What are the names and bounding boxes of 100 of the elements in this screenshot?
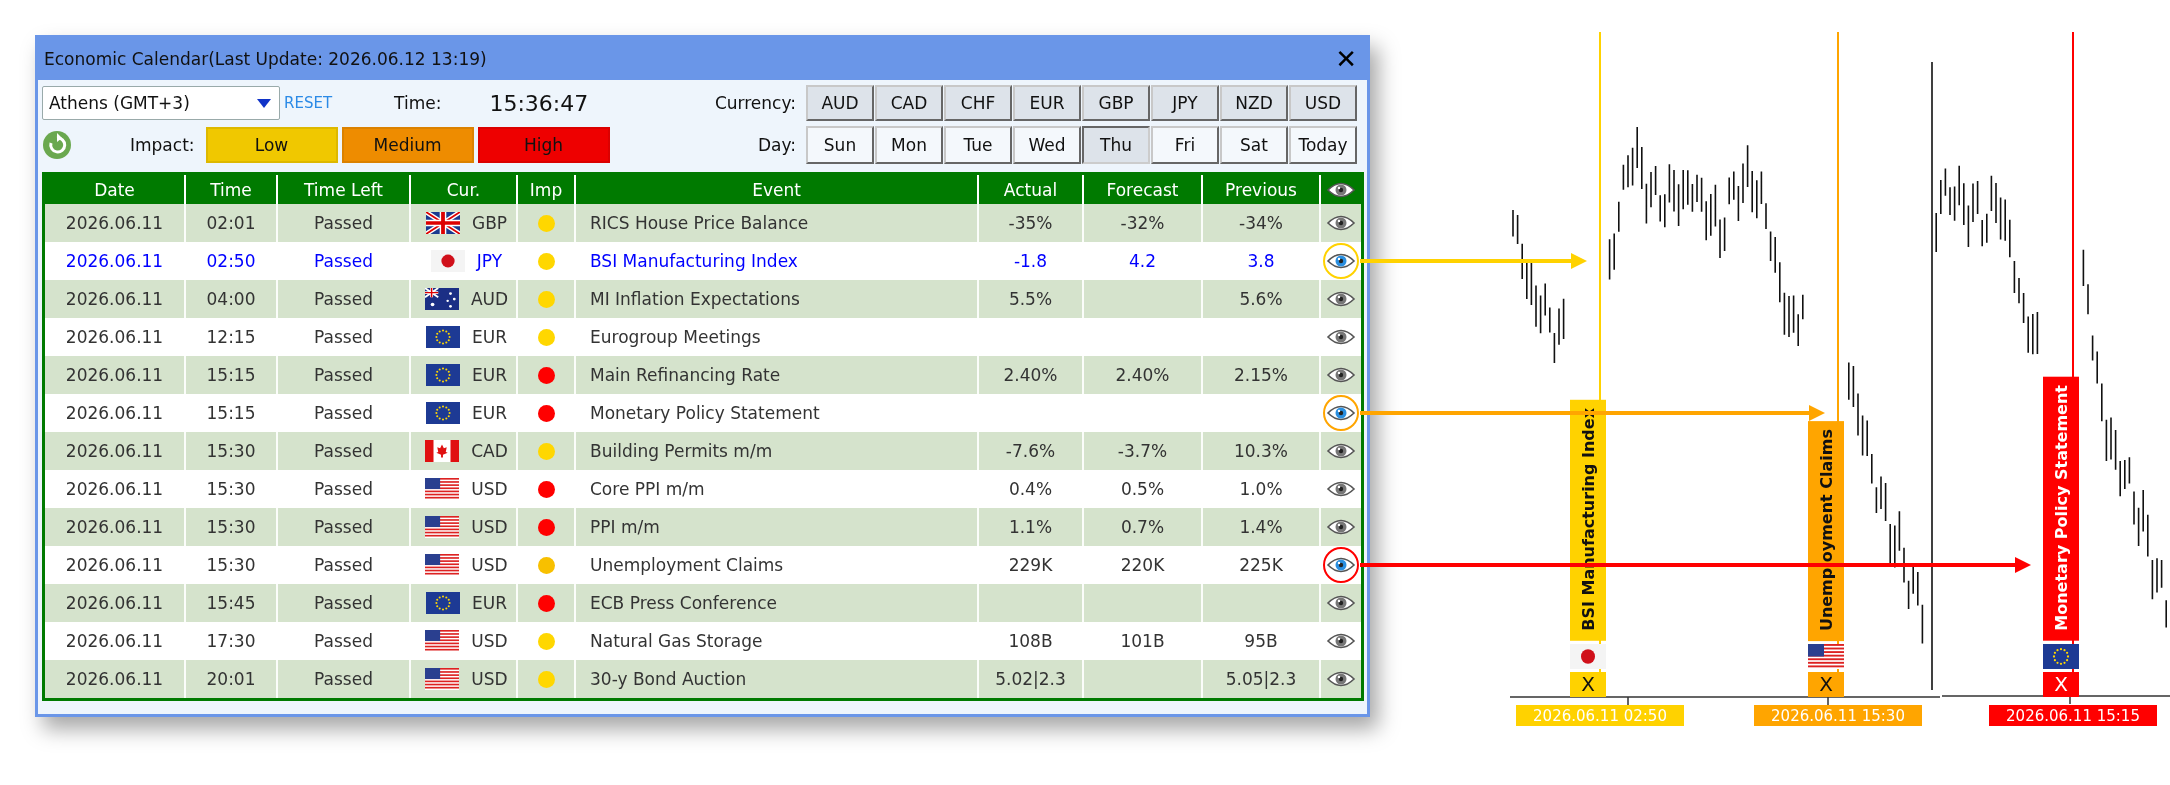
event-name: ECB Press Conference	[576, 584, 979, 622]
currency-code: USD	[471, 555, 508, 575]
flag-icon	[1808, 644, 1844, 669]
table-cell: Passed	[278, 356, 411, 394]
eye-icon[interactable]	[1327, 556, 1355, 574]
table-cell: Passed	[278, 660, 411, 698]
window-title: Economic Calendar(Last Update: 2026.06.12 13:19)	[44, 49, 487, 69]
refresh-icon[interactable]	[42, 130, 72, 160]
table-row[interactable]: 2026.06.11 04:00 Passed AUD MI Inflation Expectations 5.5% 5.6%	[45, 280, 1361, 318]
eye-icon[interactable]	[1327, 442, 1355, 460]
table-cell: 0.7%	[1084, 508, 1203, 546]
table-cell: 1.1%	[979, 508, 1084, 546]
flag-icon	[426, 326, 460, 348]
event-name: RICS House Price Balance	[576, 204, 979, 242]
eye-icon[interactable]	[1327, 480, 1355, 498]
table-cell: 10.3%	[1203, 432, 1321, 470]
currency-label: Currency:	[713, 93, 796, 113]
table-cell: 5.6%	[1203, 280, 1321, 318]
currency-button[interactable]: GBP	[1082, 85, 1150, 121]
currency-code: EUR	[472, 593, 507, 613]
flag-icon	[430, 250, 465, 272]
table-cell: 20:01	[186, 660, 278, 698]
day-button[interactable]: Thu	[1082, 126, 1150, 164]
time-label: Time:	[394, 93, 442, 113]
currency-button[interactable]: AUD	[806, 85, 874, 121]
table-cell: 2026.06.11	[45, 584, 186, 622]
table-cell: 2026.06.11	[45, 280, 186, 318]
day-button[interactable]: Sun	[806, 126, 874, 164]
flag-icon	[426, 592, 460, 614]
flag-icon	[2043, 644, 2079, 669]
impact-filter-button[interactable]: Medium	[341, 127, 474, 163]
table-cell: 2.40%	[979, 356, 1084, 394]
close-button[interactable]: ✕	[1335, 46, 1357, 72]
flag-icon	[425, 554, 460, 576]
date-label: 2026.06.11 02:50	[1516, 705, 1684, 726]
eye-icon[interactable]	[1327, 290, 1355, 308]
table-cell: 2026.06.11	[45, 432, 186, 470]
currency-code: EUR	[472, 327, 507, 347]
flag-icon	[425, 630, 460, 652]
impact-filter-button[interactable]: Low	[205, 127, 338, 163]
flag-icon	[425, 440, 460, 462]
currency-code: USD	[471, 631, 508, 651]
day-button[interactable]: Sat	[1220, 126, 1288, 164]
table-cell: 02:01	[186, 204, 278, 242]
impact-filter-button[interactable]: High	[477, 127, 610, 163]
clock-value: 15:36:47	[489, 90, 589, 116]
close-button[interactable]: X	[1570, 672, 1606, 697]
table-row[interactable]: 2026.06.11 15:30 Passed CAD Building Permits m/m -7.6% -3.7% 10.3%	[45, 432, 1361, 470]
currency-button[interactable]: NZD	[1220, 85, 1288, 121]
table-cell: Passed	[278, 508, 411, 546]
table-cell: 2026.06.11	[45, 660, 186, 698]
currency-code: AUD	[470, 289, 509, 309]
table-row[interactable]: 2026.06.11 15:15 Passed EUR Main Refinancing Rate 2.40% 2.40% 2.15%	[45, 356, 1361, 394]
day-button[interactable]: Wed	[1013, 126, 1081, 164]
currency-button[interactable]: CHF	[944, 85, 1012, 121]
currency-button[interactable]: EUR	[1013, 85, 1081, 121]
table-cell: 2026.06.11	[45, 204, 186, 242]
impact-label: Impact:	[130, 135, 195, 155]
table-cell: -7.6%	[979, 432, 1084, 470]
flag-icon	[1570, 644, 1606, 669]
day-button[interactable]: Today	[1289, 126, 1357, 164]
eye-icon[interactable]	[1327, 366, 1355, 384]
table-cell: Passed	[278, 204, 411, 242]
date-label: 2026.06.11 15:30	[1754, 705, 1922, 726]
day-button[interactable]: Tue	[944, 126, 1012, 164]
currency-button[interactable]: JPY	[1151, 85, 1219, 121]
flag-icon	[425, 516, 460, 538]
table-row[interactable]: 2026.06.11 15:45 Passed EUR ECB Press Conference	[45, 584, 1361, 622]
event-label: Monetary Policy Statement	[2043, 377, 2079, 641]
table-row[interactable]: 2026.06.11 02:01 Passed GBP RICS House Price Balance -35% -32% -34%	[45, 204, 1361, 242]
table-row[interactable]: 2026.06.11 20:01 Passed USD 30-y Bond Auction 5.02|2.3 5.05|2.3	[45, 660, 1361, 698]
currency-code: CAD	[471, 441, 508, 461]
eye-icon[interactable]	[1327, 594, 1355, 612]
table-cell: -32%	[1084, 204, 1203, 242]
eye-icon[interactable]	[1327, 518, 1355, 536]
currency-code: USD	[471, 479, 508, 499]
currency-button[interactable]: CAD	[875, 85, 943, 121]
currency-code: EUR	[472, 403, 507, 423]
table-row[interactable]: 2026.06.11 15:30 Passed USD PPI m/m 1.1% 0.7% 1.4%	[45, 508, 1361, 546]
eye-icon[interactable]	[1327, 328, 1355, 346]
eye-icon[interactable]	[1327, 670, 1355, 688]
currency-button[interactable]: USD	[1289, 85, 1357, 121]
eye-icon[interactable]	[1327, 404, 1355, 422]
currency-code: USD	[471, 517, 508, 537]
eye-icon[interactable]	[1327, 180, 1355, 199]
day-button[interactable]: Fri	[1151, 126, 1219, 164]
eye-icon[interactable]	[1327, 214, 1355, 232]
table-cell: 2.15%	[1203, 356, 1321, 394]
day-button[interactable]: Mon	[875, 126, 943, 164]
timezone-dropdown[interactable]: Athens (GMT+3)	[42, 86, 280, 120]
eye-icon[interactable]	[1327, 252, 1355, 270]
table-cell: Passed	[278, 584, 411, 622]
table-cell: 2.40%	[1084, 356, 1203, 394]
table-cell: 2026.06.11	[45, 508, 186, 546]
table-cell: 15:30	[186, 432, 278, 470]
close-button[interactable]: X	[1808, 672, 1844, 697]
eye-icon[interactable]	[1327, 632, 1355, 650]
close-button[interactable]: X	[2043, 672, 2079, 697]
table-cell: Passed	[278, 280, 411, 318]
table-cell: 5.02|2.3	[979, 660, 1084, 698]
